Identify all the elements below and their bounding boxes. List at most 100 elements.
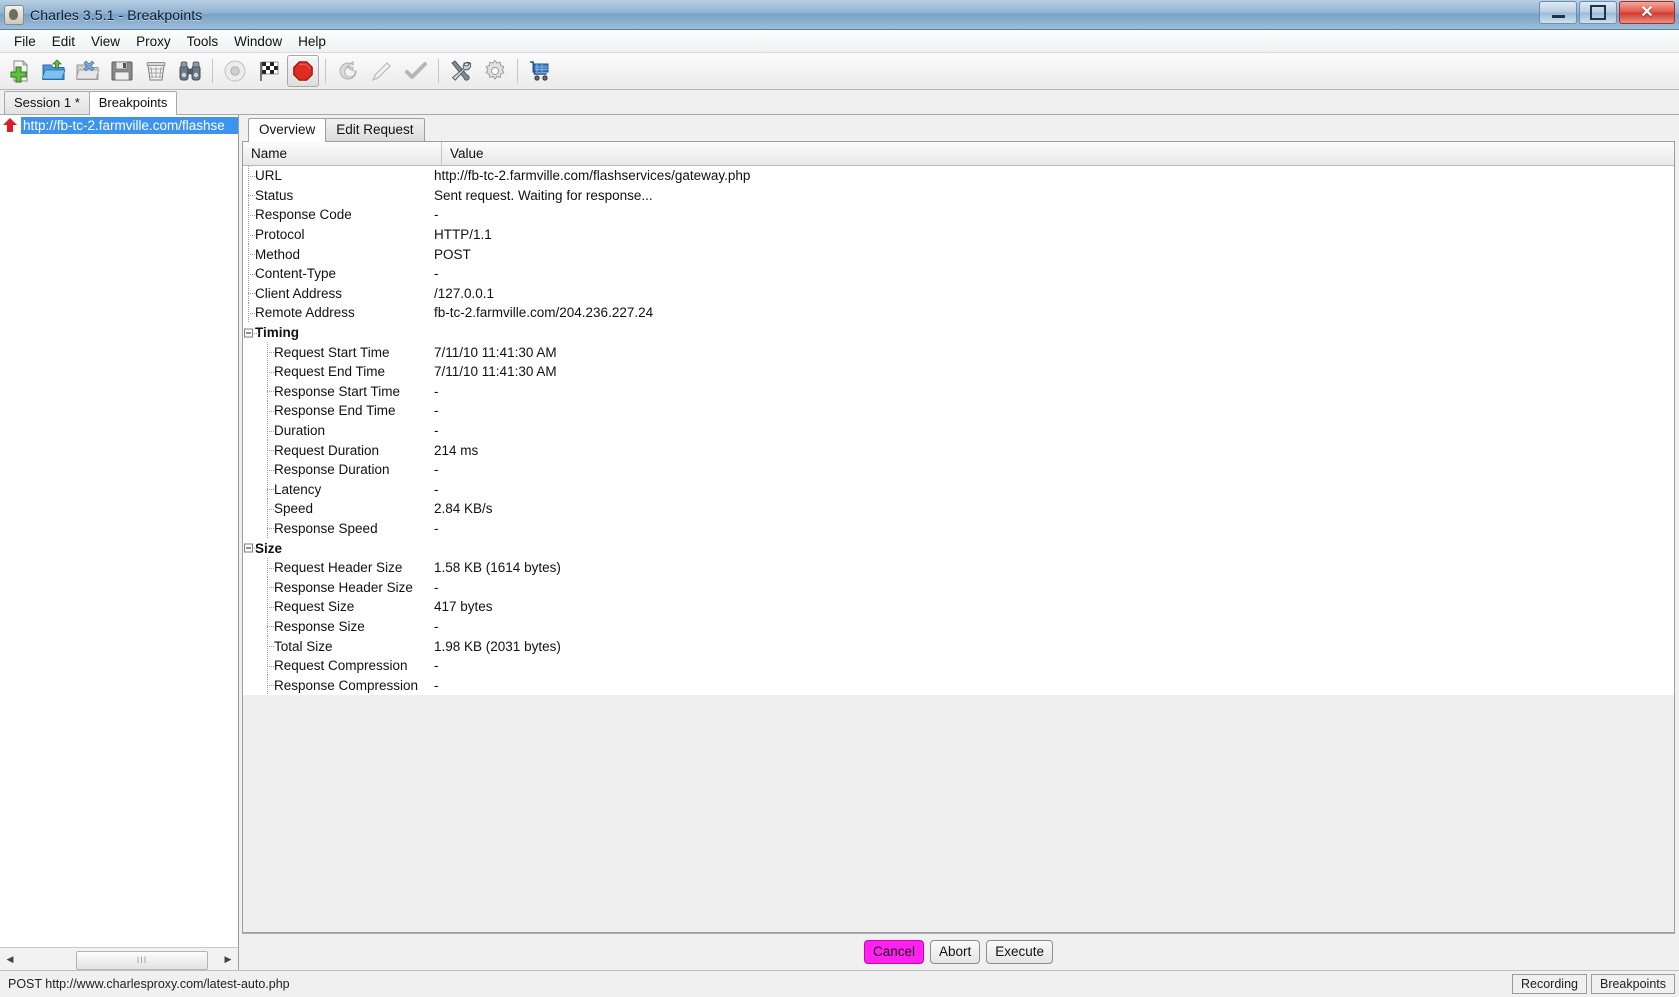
find-button[interactable] xyxy=(174,55,206,87)
table-row[interactable]: Method POST xyxy=(243,244,1674,264)
scrollbar-thumb[interactable]: III xyxy=(76,950,208,970)
table-cell-value: - xyxy=(434,520,439,536)
table-row[interactable]: Request Duration 214 ms xyxy=(243,440,1674,460)
checkered-flag-icon xyxy=(260,61,279,81)
tree-indent-guide xyxy=(243,577,275,598)
table-cell-name: Protocol xyxy=(243,224,433,245)
tree-indent-guide xyxy=(243,381,275,402)
table-row[interactable]: Client Address/127.0.0.1 xyxy=(243,283,1674,304)
table-row[interactable]: Response Compression - xyxy=(243,675,1674,696)
table-row[interactable]: Timing xyxy=(243,323,1674,343)
table-row[interactable]: Size xyxy=(243,538,1674,558)
close-button[interactable]: ✕ xyxy=(1619,1,1675,24)
table-cell-value: - xyxy=(434,403,439,419)
sidebar-horizontal-scrollbar[interactable]: ◀ III ▶ xyxy=(0,947,238,970)
table-row[interactable]: Response Header Size - xyxy=(243,577,1674,598)
table-row[interactable]: Response End Time - xyxy=(243,401,1674,421)
toolbar xyxy=(0,53,1679,90)
settings-button[interactable] xyxy=(479,55,511,87)
content-tab-strip: Overview Edit Request xyxy=(242,118,1675,142)
tab-session-1[interactable]: Session 1 * xyxy=(4,91,90,114)
tree-connector xyxy=(248,273,256,275)
property-name-label: Timing xyxy=(255,325,300,341)
table-row[interactable]: Content-Type - xyxy=(243,263,1674,284)
abort-button[interactable]: Abort xyxy=(929,940,981,964)
breakpoint-url-label: http://fb-tc-2.farmville.com/flashse xyxy=(21,117,238,134)
table-row[interactable]: Request Compression - xyxy=(243,655,1674,676)
table-cell-name: Speed xyxy=(243,499,433,519)
cancel-button[interactable]: Cancel xyxy=(863,940,924,964)
property-name-label: Response Duration xyxy=(274,462,390,478)
status-recording[interactable]: Recording xyxy=(1512,974,1587,994)
table-cell-name: Request Header Size xyxy=(243,557,433,578)
table-row[interactable]: Remote Address fb-tc-2.farmville.com/204.… xyxy=(243,303,1674,323)
table-row[interactable]: Protocol HTTP/1.1 xyxy=(243,224,1674,245)
tree-connector xyxy=(254,332,260,334)
table-row[interactable]: Duration - xyxy=(243,420,1674,441)
table-row[interactable]: Request Header Size 1.58 KB (1614 bytes) xyxy=(243,557,1674,578)
record-button[interactable] xyxy=(219,55,251,87)
close-session-button[interactable] xyxy=(72,55,104,87)
property-name-label: Total Size xyxy=(274,638,333,654)
menu-tools[interactable]: Tools xyxy=(179,32,227,51)
tab-edit-request[interactable]: Edit Request xyxy=(325,118,425,141)
table-cell-value: - xyxy=(434,462,439,478)
new-session-button[interactable] xyxy=(4,55,36,87)
shop-button[interactable] xyxy=(524,55,556,87)
maximize-button[interactable] xyxy=(1579,1,1617,24)
open-session-button[interactable] xyxy=(38,55,70,87)
tree-connector xyxy=(267,508,275,510)
minimize-button[interactable] xyxy=(1539,1,1577,24)
collapse-toggle-icon[interactable] xyxy=(244,543,253,553)
table-row[interactable]: Request Start Time 7/11/10 11:41:30 AM xyxy=(243,342,1674,362)
property-name-label: Response Header Size xyxy=(274,579,413,595)
menu-view[interactable]: View xyxy=(83,32,128,51)
throttle-button[interactable] xyxy=(253,55,285,87)
clear-session-button[interactable] xyxy=(140,55,172,87)
table-cell-value: - xyxy=(434,579,439,595)
breakpoints-button[interactable] xyxy=(287,55,319,87)
table-row[interactable]: Response Size - xyxy=(243,616,1674,637)
table-row[interactable]: Request Size 417 bytes xyxy=(243,597,1674,617)
scrollbar-track[interactable]: III xyxy=(18,950,220,970)
collapse-toggle-icon[interactable] xyxy=(244,328,253,338)
table-row[interactable]: Response Duration - xyxy=(243,459,1674,480)
menu-file[interactable]: File xyxy=(6,32,44,51)
tab-overview[interactable]: Overview xyxy=(248,118,327,142)
status-breakpoints[interactable]: Breakpoints xyxy=(1590,974,1675,994)
property-name-label: Request Compression xyxy=(274,658,408,674)
property-name-label: Request Start Time xyxy=(274,344,390,360)
breakpoint-tree[interactable]: http://fb-tc-2.farmville.com/flashse xyxy=(0,115,238,947)
scroll-left-arrow-icon[interactable]: ◀ xyxy=(2,951,18,967)
tools-button[interactable] xyxy=(445,55,477,87)
menu-window[interactable]: Window xyxy=(226,32,290,51)
execute-button[interactable]: Execute xyxy=(986,940,1054,964)
table-row[interactable]: Response Speed - xyxy=(243,518,1674,539)
column-header-value[interactable]: Value xyxy=(442,142,1674,165)
table-row[interactable]: Response Start Time - xyxy=(243,381,1674,402)
table-row[interactable]: Response Code - xyxy=(243,205,1674,225)
list-item[interactable]: http://fb-tc-2.farmville.com/flashse xyxy=(0,116,238,135)
tree-indent-guide xyxy=(243,323,260,343)
repeat-button[interactable] xyxy=(332,55,364,87)
table-cell-name: Request Duration xyxy=(243,440,433,460)
save-session-button[interactable] xyxy=(106,55,138,87)
validate-button[interactable] xyxy=(400,55,432,87)
toolbar-separator xyxy=(438,59,439,83)
table-row[interactable]: Latency - xyxy=(243,479,1674,500)
tree-indent-guide xyxy=(243,479,275,500)
scroll-right-arrow-icon[interactable]: ▶ xyxy=(220,951,236,967)
menu-help[interactable]: Help xyxy=(290,32,334,51)
column-header-name[interactable]: Name xyxy=(243,142,442,165)
table-row[interactable]: Request End Time 7/11/10 11:41:30 AM xyxy=(243,361,1674,382)
table-row[interactable]: Status Sent request. Waiting for response… xyxy=(243,185,1674,206)
table-row[interactable]: Total Size 1.98 KB (2031 bytes) xyxy=(243,636,1674,656)
compose-button[interactable] xyxy=(366,55,398,87)
binoculars-icon xyxy=(179,61,201,81)
tab-breakpoints[interactable]: Breakpoints xyxy=(88,91,178,115)
table-row[interactable]: Speed 2.84 KB/s xyxy=(243,499,1674,519)
table-cell-value: - xyxy=(434,658,439,674)
table-row[interactable]: URL http://fb-tc-2.farmville.com/flashser… xyxy=(243,166,1674,186)
menu-edit[interactable]: Edit xyxy=(44,32,83,51)
menu-proxy[interactable]: Proxy xyxy=(128,32,179,51)
